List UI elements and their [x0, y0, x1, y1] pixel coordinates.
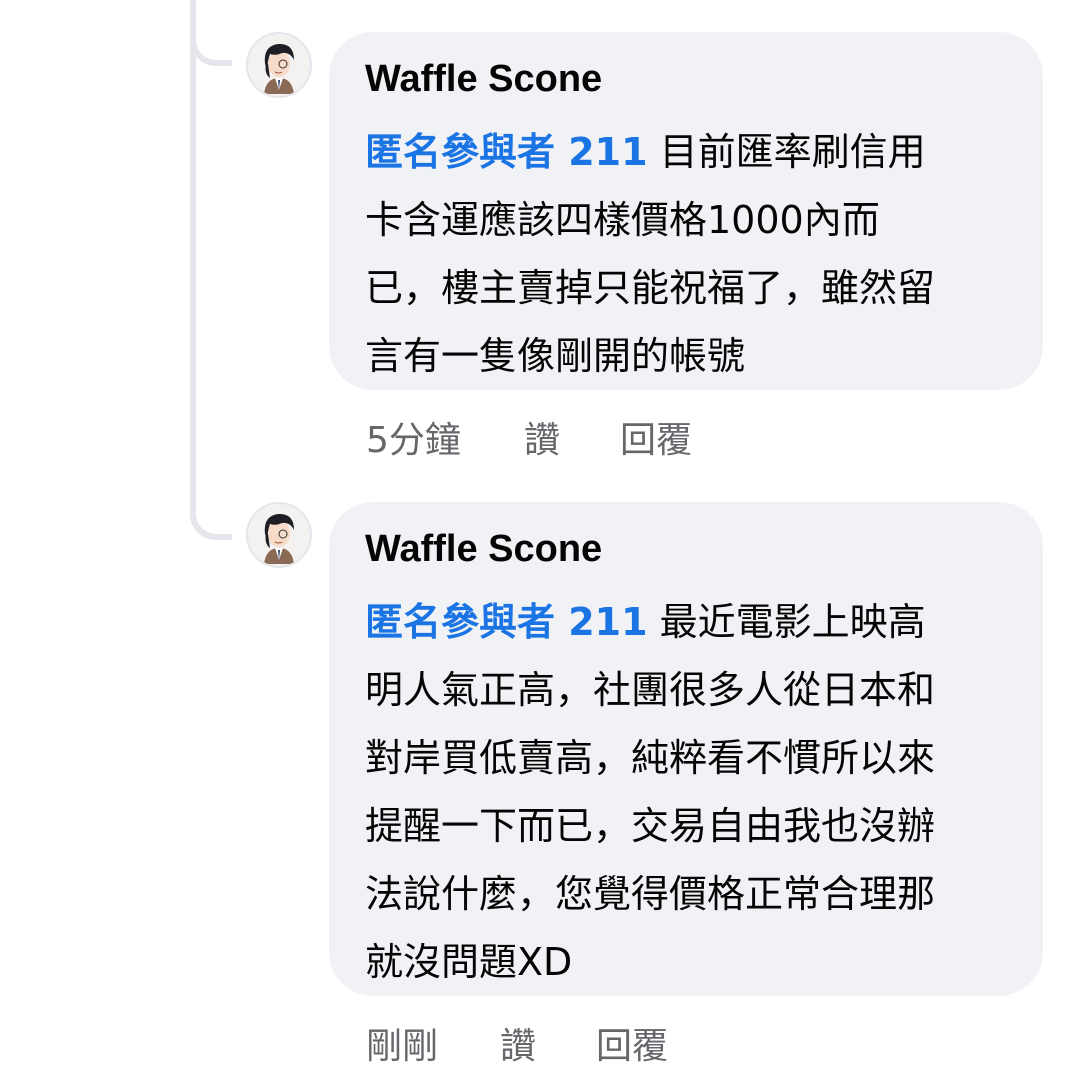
comment-author[interactable]: Waffle Scone — [365, 524, 1023, 574]
comment-text-line: 就沒問題XD — [365, 940, 573, 984]
comment-text-line: 法說什麼，您覺得價格正常合理那 — [365, 872, 936, 916]
comment-text-line: 提醒一下而已，交易自由我也沒辦 — [365, 804, 936, 848]
comment-text-line: 明人氣正高，社團很多人從日本和 — [365, 668, 936, 712]
comment-text-line: 言有一隻像剛開的帳號 — [365, 334, 746, 378]
mention-link[interactable]: 匿名參與者 211 — [365, 130, 648, 174]
comment-text-line: 卡含運應該四樣價格1000內而 — [365, 198, 880, 242]
comment-bubble: Waffle Scone 匿名參與者 211 最近電影上映高明人氣正高，社團很多… — [329, 502, 1043, 996]
reply-button[interactable]: 回覆 — [620, 419, 692, 463]
comment-text-line: 目前匯率刷信用 — [647, 130, 926, 174]
comment-time[interactable]: 剛剛 — [366, 1025, 438, 1069]
like-button[interactable]: 讚 — [524, 419, 560, 463]
thread-connector — [190, 506, 232, 540]
comment-text-line: 對岸買低賣高，純粹看不慣所以來 — [365, 736, 936, 780]
comment-text-line: 已，樓主賣掉只能祝福了，雖然留 — [365, 266, 936, 310]
comment-author[interactable]: Waffle Scone — [365, 54, 1023, 104]
comment-time[interactable]: 5分鐘 — [366, 419, 461, 463]
avatar-icon — [248, 504, 310, 566]
comment-bubble: Waffle Scone 匿名參與者 211 目前匯率刷信用卡含運應該四樣價格1… — [329, 32, 1043, 390]
comment-text: 匿名參與者 211 最近電影上映高明人氣正高，社團很多人從日本和 對岸買低賣高，純… — [365, 588, 1023, 996]
comment-text: 匿名參與者 211 目前匯率刷信用卡含運應該四樣價格1000內而已，樓主賣掉只能… — [365, 118, 1023, 390]
thread-line — [190, 0, 196, 512]
avatar[interactable] — [246, 502, 312, 568]
mention-link[interactable]: 匿名參與者 211 — [365, 600, 648, 644]
avatar-icon — [248, 34, 310, 96]
reply-button[interactable]: 回覆 — [596, 1025, 668, 1069]
like-button[interactable]: 讚 — [500, 1025, 536, 1069]
avatar[interactable] — [246, 32, 312, 98]
thread-connector — [190, 32, 232, 66]
comment-text-line: 最近電影上映高 — [647, 600, 926, 644]
